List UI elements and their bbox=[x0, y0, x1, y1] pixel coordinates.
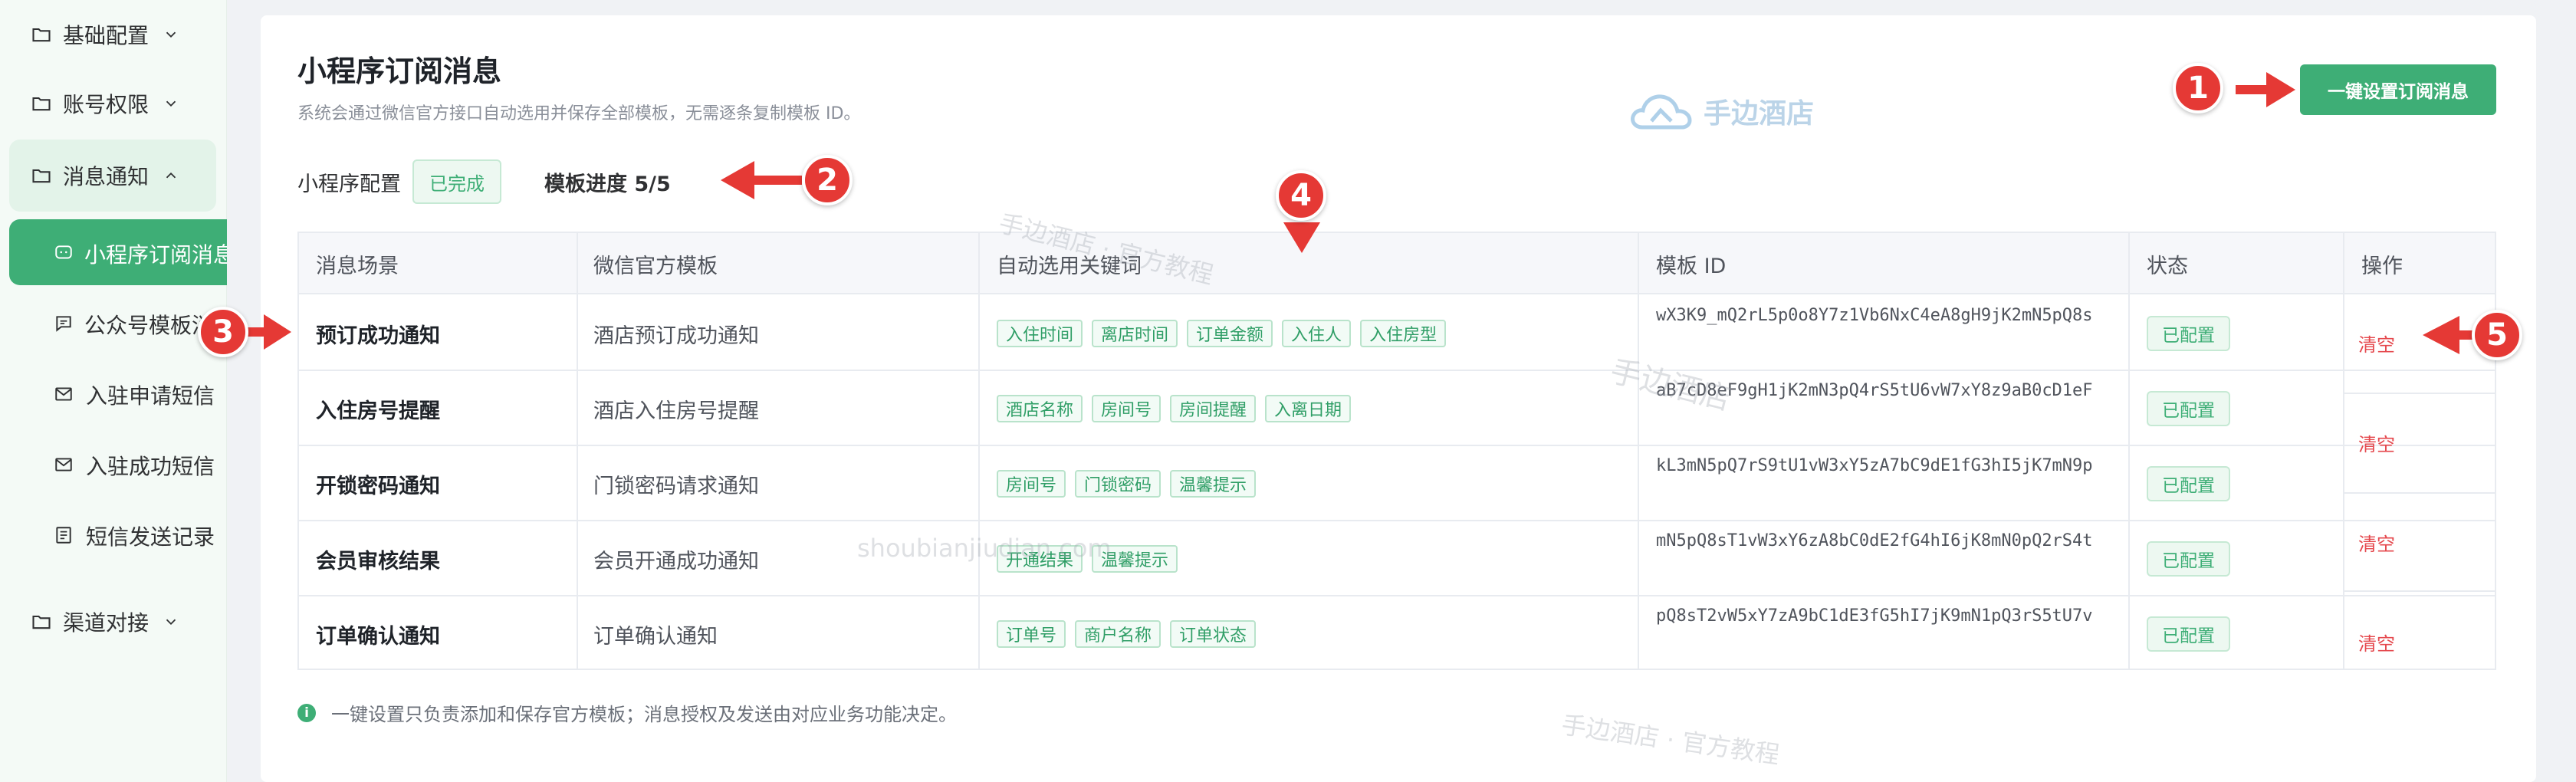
annotation-badge: 1 bbox=[2173, 63, 2223, 113]
annotation-badge: 5 bbox=[2472, 310, 2522, 360]
annotation-badge: 4 bbox=[1276, 170, 1326, 221]
annotation-arrows bbox=[245, 72, 2492, 354]
annotation-badge: 3 bbox=[198, 307, 248, 357]
annotation-badge: 2 bbox=[802, 155, 853, 205]
